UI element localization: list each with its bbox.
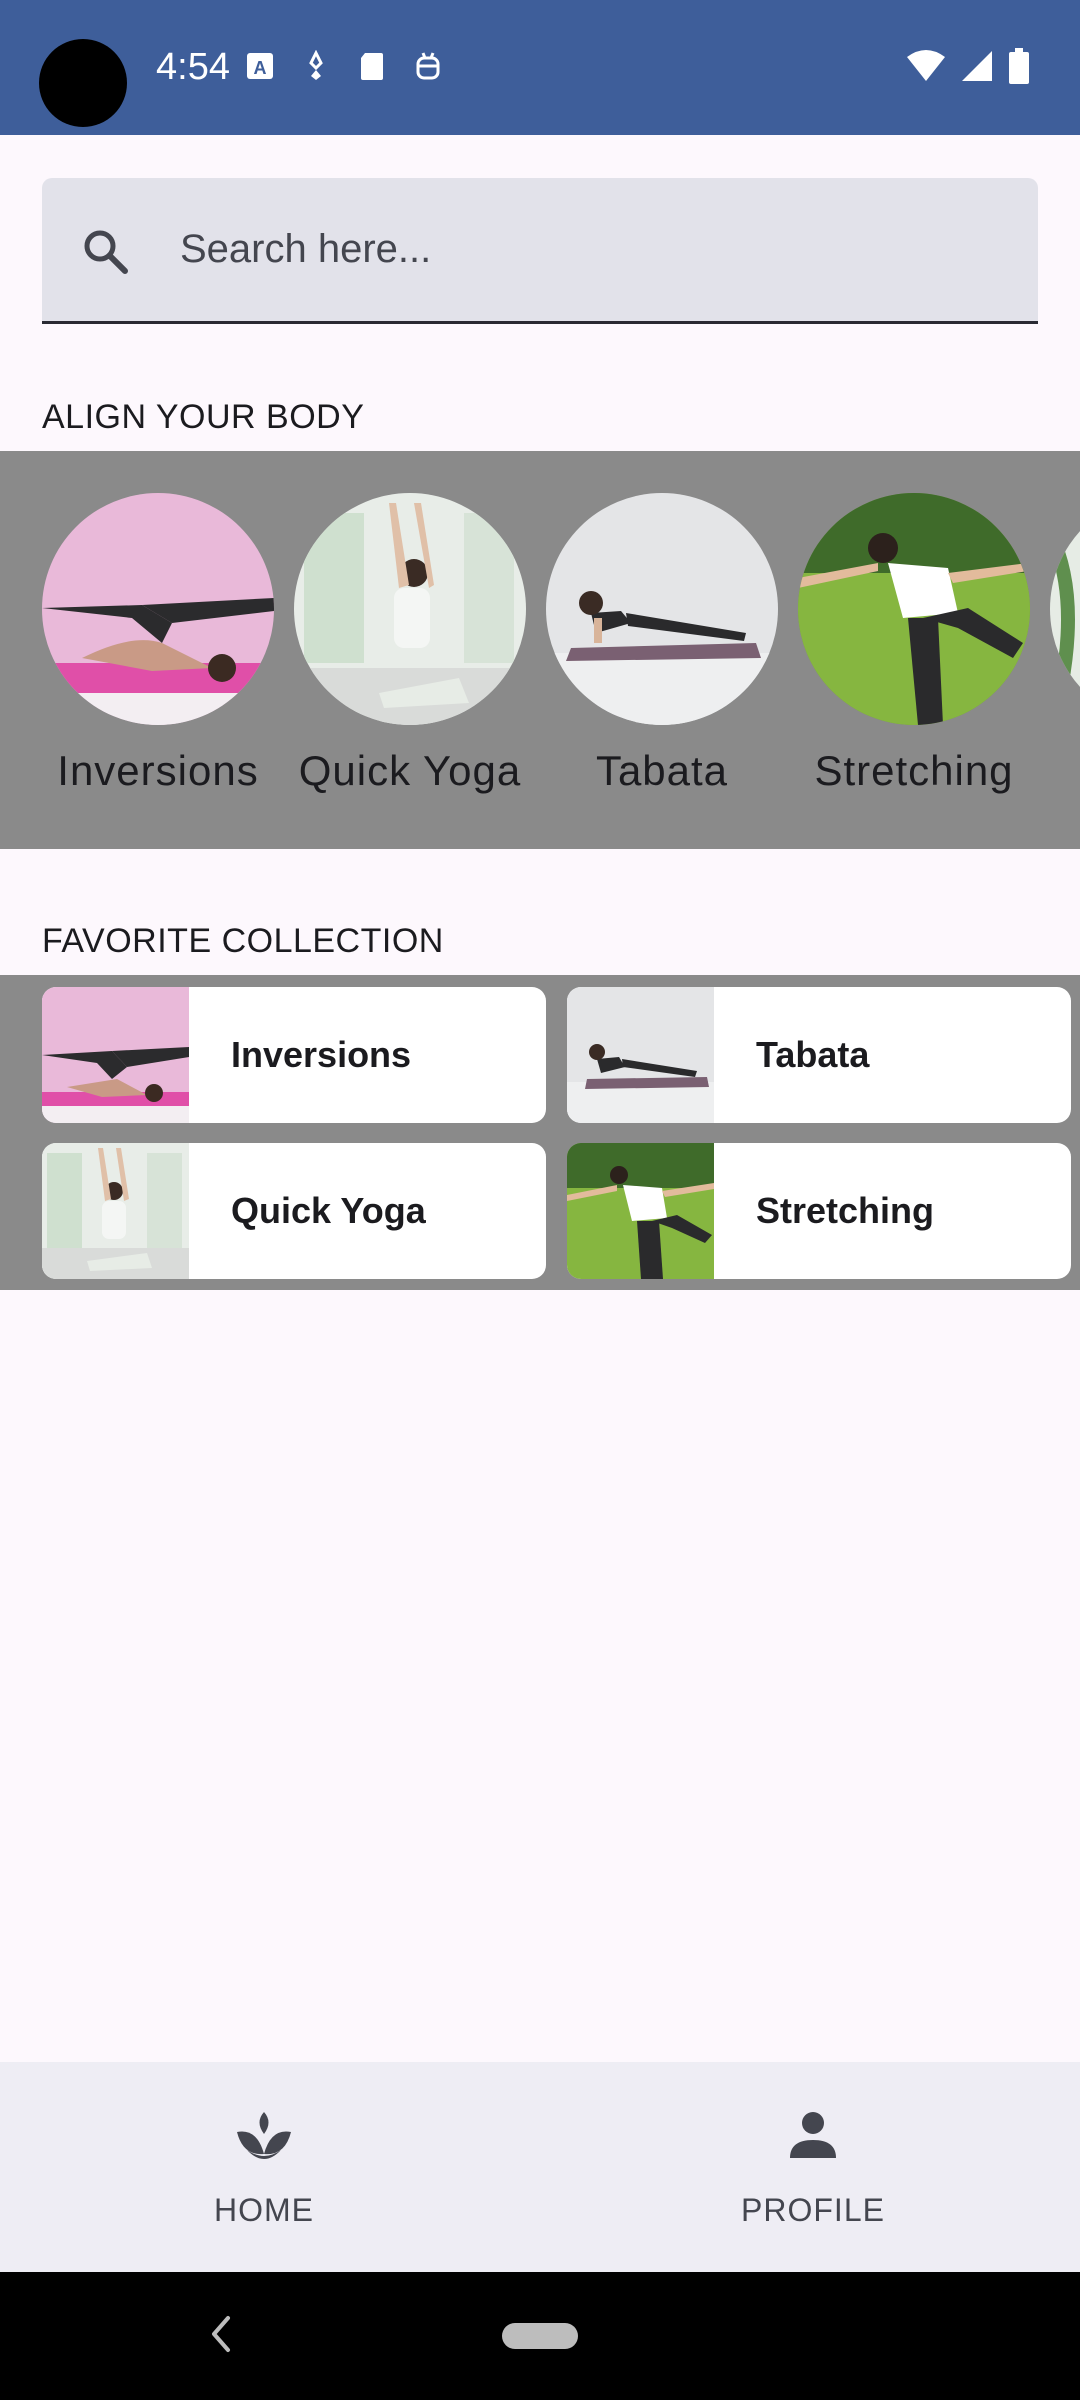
inversions-image	[42, 493, 274, 725]
favorite-card-tabata[interactable]: Tabata	[567, 987, 1071, 1123]
nav-item-home[interactable]: HOME	[0, 2062, 534, 2272]
search-icon	[80, 226, 130, 281]
robot-icon	[413, 50, 443, 82]
align-item-inversions[interactable]: Inversions	[42, 493, 274, 795]
align-item-label: Quick Yoga	[298, 747, 522, 794]
favorite-card-quick-yoga[interactable]: Quick Yoga	[42, 1143, 546, 1279]
wifi-icon	[906, 49, 946, 88]
person-icon	[788, 2110, 838, 2165]
sd-card-icon	[357, 50, 387, 82]
status-time: 4:54	[156, 46, 230, 88]
favorite-card-stretching[interactable]: Stretching	[567, 1143, 1071, 1279]
battery-icon	[1008, 48, 1030, 89]
favorite-collection-grid: Inversions Tabata Quick Yoga Stretching	[0, 975, 1080, 1290]
quick-yoga-thumbnail	[42, 1143, 189, 1279]
text-a-icon: A	[245, 50, 275, 82]
status-bar: 4:54 A	[0, 0, 1080, 135]
signal-icon	[960, 49, 994, 88]
align-section-title: ALIGN YOUR BODY	[42, 398, 365, 436]
search-bar[interactable]	[42, 178, 1038, 324]
align-item-label: Tabata	[595, 747, 729, 794]
align-item-label: Stretching	[814, 747, 1014, 794]
tabata-thumbnail	[567, 987, 714, 1123]
align-item-partial[interactable]	[1050, 493, 1080, 725]
stretching-thumbnail	[567, 1143, 714, 1279]
partial-image	[1050, 493, 1080, 725]
sparkle-icon	[301, 49, 331, 82]
svg-text:A: A	[254, 58, 267, 78]
stretching-image	[798, 493, 1030, 725]
back-icon[interactable]	[206, 2312, 236, 2361]
system-navigation-bar	[0, 2272, 1080, 2400]
align-item-label: Inversions	[57, 747, 259, 794]
nav-item-profile[interactable]: PROFILE	[543, 2062, 1080, 2272]
favorite-card-label: Inversions	[231, 1034, 412, 1075]
favorite-card-inversions[interactable]: Inversions	[42, 987, 546, 1123]
home-gesture-pill[interactable]	[502, 2323, 578, 2349]
align-item-stretching[interactable]: Stretching	[798, 493, 1030, 795]
favorite-card-label: Tabata	[756, 1034, 870, 1075]
camera-cutout	[39, 39, 127, 127]
nav-label-profile: PROFILE	[741, 2192, 885, 2228]
favorite-card-label: Quick Yoga	[231, 1190, 426, 1231]
nav-label-home: HOME	[214, 2192, 314, 2228]
favorites-section-title: FAVORITE COLLECTION	[42, 922, 444, 960]
align-body-carousel[interactable]: Inversions Quick Yoga Tabata Stretching	[0, 451, 1080, 849]
align-item-quick-yoga[interactable]: Quick Yoga	[294, 493, 526, 795]
quick-yoga-image	[294, 493, 526, 725]
align-item-tabata[interactable]: Tabata	[546, 493, 778, 795]
lotus-icon	[235, 2110, 293, 2169]
search-input[interactable]	[180, 178, 1000, 321]
favorite-card-label: Stretching	[756, 1190, 935, 1231]
bottom-navigation: HOME PROFILE	[0, 2062, 1080, 2272]
inversions-thumbnail	[42, 987, 189, 1123]
tabata-image	[546, 493, 778, 725]
